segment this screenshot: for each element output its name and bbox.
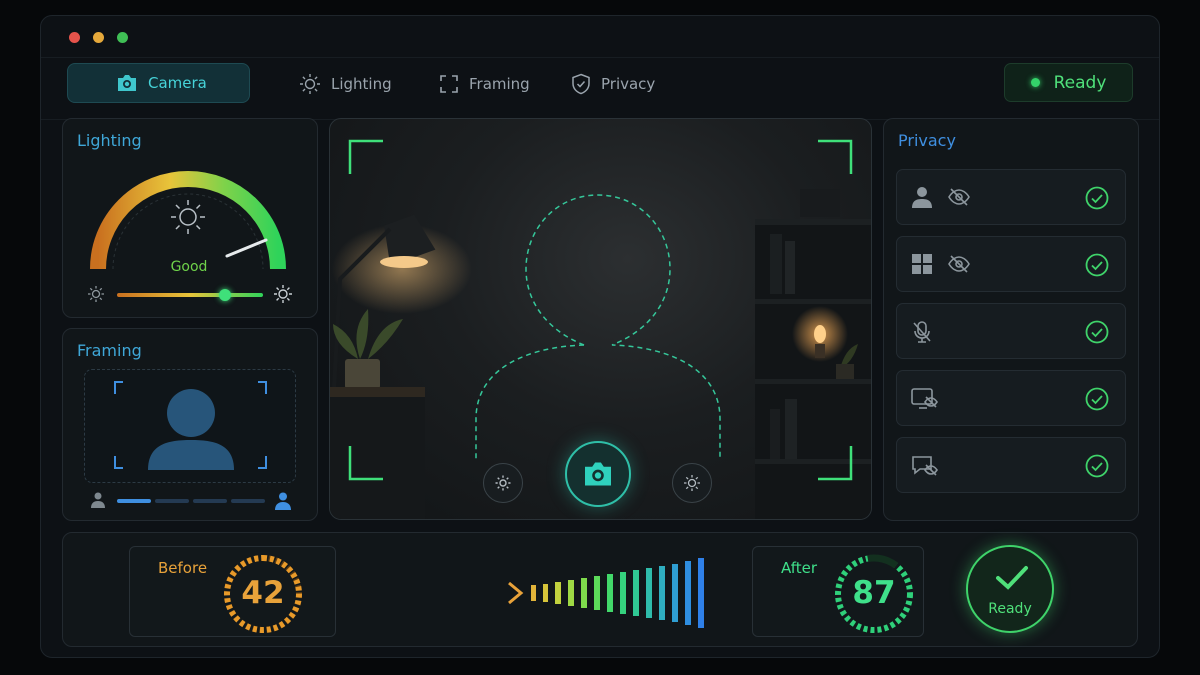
nav-bar: Camera Lighting Framing Privacy Ready — [41, 58, 1159, 120]
slider-handle[interactable] — [219, 289, 231, 301]
gauge-needle — [225, 238, 268, 258]
before-score-box: Before 42 — [129, 546, 336, 637]
framing-title: Framing — [77, 341, 142, 360]
check-icon — [1085, 320, 1109, 348]
privacy-item-screen[interactable] — [896, 370, 1126, 426]
mic-off-icon — [911, 320, 933, 348]
privacy-item-chat[interactable] — [896, 437, 1126, 493]
after-score-value: 87 — [852, 575, 896, 611]
camera-icon — [116, 74, 138, 92]
person-small-icon — [91, 492, 105, 512]
framing-segment — [117, 499, 151, 503]
tab-label: Privacy — [601, 75, 656, 93]
lighting-panel: Lighting Good — [62, 118, 318, 318]
screen-off-icon — [911, 387, 939, 415]
tab-lighting[interactable]: Lighting — [281, 64, 410, 104]
privacy-item-microphone[interactable] — [896, 303, 1126, 359]
sun-icon — [683, 474, 701, 492]
framing-preview — [84, 369, 296, 483]
framing-panel: Framing — [62, 328, 318, 521]
privacy-title: Privacy — [898, 131, 956, 150]
tab-label: Framing — [469, 75, 530, 93]
framing-segment — [193, 499, 227, 503]
tab-framing[interactable]: Framing — [421, 64, 548, 104]
score-panel: Before 42 After 87 Ready — [62, 532, 1138, 647]
brightness-button[interactable] — [672, 463, 712, 503]
check-icon — [995, 565, 1029, 595]
lighting-title: Lighting — [77, 131, 142, 150]
capture-button[interactable] — [565, 441, 631, 507]
shield-icon — [571, 73, 591, 95]
settings-button[interactable] — [483, 463, 523, 503]
close-window-button[interactable] — [69, 32, 80, 43]
improvement-arrow — [347, 558, 704, 628]
check-icon — [1085, 387, 1109, 415]
tab-label: Lighting — [331, 75, 392, 93]
eye-off-icon — [947, 187, 971, 211]
maximize-window-button[interactable] — [117, 32, 128, 43]
tab-camera[interactable]: Camera — [67, 63, 250, 103]
ready-badge-label: Ready — [988, 601, 1032, 617]
status-label: Ready — [1053, 72, 1107, 93]
camera-icon — [582, 461, 614, 487]
after-score-box: After 87 — [752, 546, 924, 637]
check-icon — [1085, 186, 1109, 214]
ready-status-pill: Ready — [1004, 63, 1133, 102]
lighting-slider[interactable] — [117, 289, 263, 301]
frame-icon — [439, 74, 459, 94]
tab-label: Camera — [148, 74, 207, 92]
check-icon — [1085, 253, 1109, 281]
lighting-status: Good — [170, 259, 208, 275]
privacy-item-background[interactable] — [896, 236, 1126, 292]
sun-dim-icon — [87, 285, 105, 307]
eye-off-icon — [947, 254, 971, 278]
framing-segment — [155, 499, 189, 503]
before-score-value: 42 — [241, 575, 285, 611]
chat-off-icon — [911, 454, 939, 482]
sun-bright-icon — [273, 284, 293, 308]
after-label: After — [781, 559, 818, 577]
person-icon — [911, 186, 933, 212]
sun-icon — [171, 200, 205, 234]
sun-icon — [299, 73, 321, 95]
minimize-window-button[interactable] — [93, 32, 104, 43]
ready-badge: Ready — [966, 545, 1054, 633]
before-label: Before — [158, 559, 208, 577]
person-large-icon — [275, 492, 291, 514]
grid-icon — [911, 253, 933, 279]
check-icon — [1085, 454, 1109, 482]
title-bar — [41, 16, 1159, 58]
app-window: Camera Lighting Framing Privacy Ready Li… — [40, 15, 1160, 658]
tab-privacy[interactable]: Privacy — [553, 64, 673, 104]
privacy-panel: Privacy — [883, 118, 1139, 521]
gear-icon — [494, 474, 512, 492]
privacy-item-person[interactable] — [896, 169, 1126, 225]
status-dot — [1030, 78, 1040, 87]
camera-preview — [329, 118, 872, 520]
person-frame-icon — [114, 381, 267, 470]
framing-segment — [231, 499, 265, 503]
